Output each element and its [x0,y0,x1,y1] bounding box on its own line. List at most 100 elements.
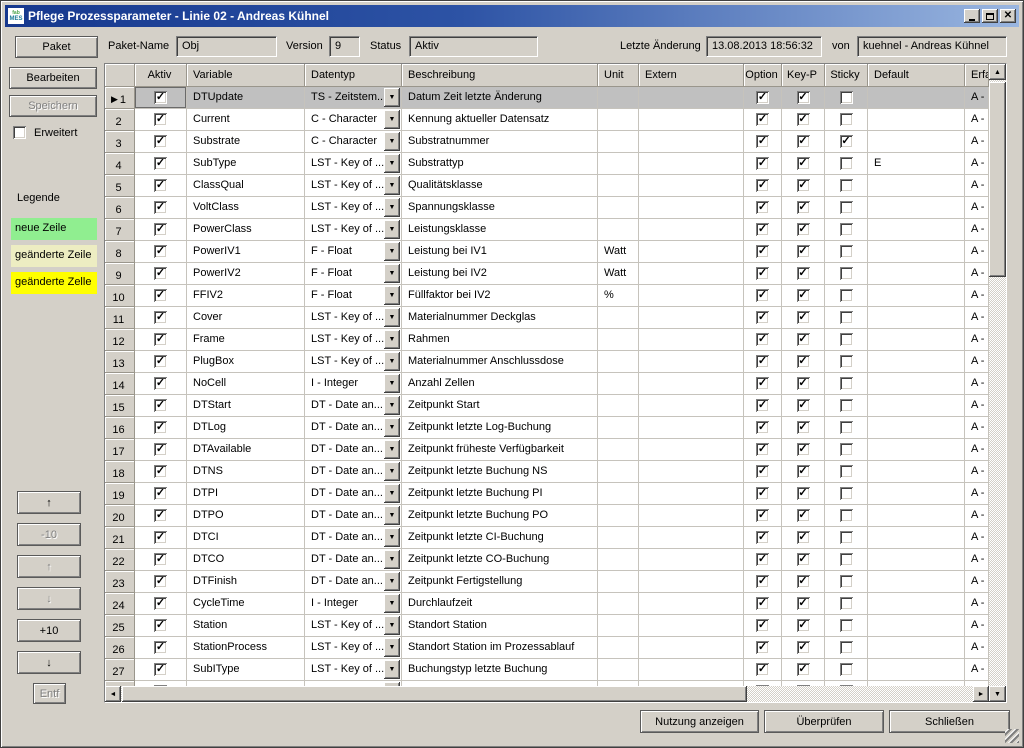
keyp-checkbox[interactable]: ✓ [797,157,810,170]
resize-grip[interactable] [1005,729,1019,743]
cell-extern[interactable] [639,351,744,373]
sticky-checkbox[interactable] [840,355,853,368]
cell-erfas[interactable]: A - au [965,461,989,483]
cell-keyp[interactable]: ✓ [782,549,825,571]
cell-variable[interactable]: Frame [187,329,305,351]
sticky-checkbox[interactable] [840,267,853,280]
dropdown-button[interactable]: ▼ [384,88,400,107]
dropdown-button[interactable]: ▼ [384,616,400,635]
cell-erfas[interactable]: A - au [965,175,989,197]
row-header[interactable]: ▶1 [105,87,135,109]
dropdown-button[interactable]: ▼ [384,374,400,393]
cell-keyp[interactable]: ✓ [782,461,825,483]
table-row[interactable]: 2✓CurrentC - Character▼Kennung aktueller… [105,109,989,131]
status-field[interactable]: Aktiv [409,36,538,57]
keyp-checkbox[interactable]: ✓ [797,267,810,280]
cell-unit[interactable] [598,219,639,241]
cell-datentyp[interactable]: LST - Key of ...▼ [305,329,402,351]
cell-default[interactable] [868,87,965,109]
cell-aktiv[interactable]: ✓ [135,549,187,571]
cell-option[interactable]: ✓ [744,351,782,373]
cell-keyp[interactable]: ✓ [782,109,825,131]
cell-aktiv[interactable]: ✓ [135,483,187,505]
cell-aktiv[interactable]: ✓ [135,197,187,219]
cell-option[interactable]: ✓ [744,109,782,131]
cell-extern[interactable] [639,329,744,351]
sticky-checkbox[interactable] [840,509,853,522]
row-header[interactable]: 8 [105,241,135,263]
cell-erfas[interactable]: A - au [965,285,989,307]
cell-default[interactable] [868,549,965,571]
row-header[interactable]: 19 [105,483,135,505]
cell-variable[interactable]: Current [187,109,305,131]
table-row[interactable]: 23✓DTFinishDT - Date an...▼Zeitpunkt Fer… [105,571,989,593]
cell-beschreibung[interactable]: Durchlaufzeit [402,593,598,615]
sticky-checkbox[interactable] [840,443,853,456]
header-extern[interactable]: Extern [639,64,744,87]
option-checkbox[interactable]: ✓ [756,597,769,610]
cell-beschreibung[interactable]: Qualitätsklasse [402,175,598,197]
cell-aktiv[interactable]: ✓ [135,175,187,197]
cell-unit[interactable] [598,637,639,659]
sticky-checkbox[interactable] [840,465,853,478]
option-checkbox[interactable]: ✓ [756,179,769,192]
row-header[interactable]: 15 [105,395,135,417]
cell-sticky[interactable] [825,351,868,373]
cell-option[interactable]: ✓ [744,87,782,109]
sticky-checkbox[interactable] [840,333,853,346]
cell-unit[interactable] [598,527,639,549]
maximize-button[interactable] [982,9,998,23]
cell-aktiv[interactable]: ✓ [135,615,187,637]
cell-beschreibung[interactable]: Kennung aktueller Datensatz [402,109,598,131]
table-row[interactable]: 17✓DTAvailableDT - Date an...▼Zeitpunkt … [105,439,989,461]
cell-extern[interactable] [639,461,744,483]
cell-datentyp[interactable]: DT - Date an...▼ [305,439,402,461]
cell-option[interactable]: ✓ [744,527,782,549]
cell-erfas[interactable]: A - au [965,87,989,109]
cell-default[interactable] [868,307,965,329]
aktiv-checkbox[interactable]: ✓ [154,597,167,610]
cell-aktiv[interactable]: ✓ [135,593,187,615]
sticky-checkbox[interactable] [840,311,853,324]
cell-default[interactable] [868,659,965,681]
schliessen-button[interactable]: Schließen [889,710,1010,733]
cell-extern[interactable] [639,659,744,681]
option-checkbox[interactable]: ✓ [756,465,769,478]
cell-sticky[interactable] [825,593,868,615]
sticky-checkbox[interactable] [840,399,853,412]
dropdown-button[interactable]: ▼ [384,176,400,195]
cell-beschreibung[interactable]: Leistung bei IV1 [402,241,598,263]
cell-option[interactable]: ✓ [744,197,782,219]
option-checkbox[interactable]: ✓ [756,487,769,500]
cell-erfas[interactable]: A - au [965,527,989,549]
cell-keyp[interactable]: ✓ [782,439,825,461]
move-up-10-button[interactable]: -10 [17,523,81,546]
cell-keyp[interactable]: ✓ [782,637,825,659]
row-header[interactable]: 25 [105,615,135,637]
row-header[interactable]: 26 [105,637,135,659]
cell-beschreibung[interactable]: Materialnummer Deckglas [402,307,598,329]
cell-unit[interactable] [598,659,639,681]
letzte-aenderung-field[interactable]: 13.08.2013 18:56:32 [706,36,822,57]
cell-variable[interactable]: PowerIV1 [187,241,305,263]
option-checkbox[interactable]: ✓ [756,619,769,632]
cell-keyp[interactable]: ✓ [782,197,825,219]
cell-erfas[interactable]: A - au [965,571,989,593]
sticky-checkbox[interactable] [840,377,853,390]
cell-keyp[interactable]: ✓ [782,417,825,439]
dropdown-button[interactable]: ▼ [384,506,400,525]
cell-sticky[interactable] [825,197,868,219]
cell-keyp[interactable]: ✓ [782,153,825,175]
header-sticky[interactable]: Sticky [825,64,868,87]
row-header[interactable]: 24 [105,593,135,615]
cell-beschreibung[interactable]: Zeitpunkt letzte Buchung NS [402,461,598,483]
aktiv-checkbox[interactable]: ✓ [154,135,167,148]
cell-aktiv[interactable]: ✓ [135,109,187,131]
cell-erfas[interactable]: A - au [965,549,989,571]
cell-keyp[interactable]: ✓ [782,285,825,307]
cell-sticky[interactable] [825,153,868,175]
row-header[interactable]: 11 [105,307,135,329]
cell-datentyp[interactable]: I - Integer▼ [305,593,402,615]
row-header[interactable]: 4 [105,153,135,175]
keyp-checkbox[interactable]: ✓ [797,333,810,346]
